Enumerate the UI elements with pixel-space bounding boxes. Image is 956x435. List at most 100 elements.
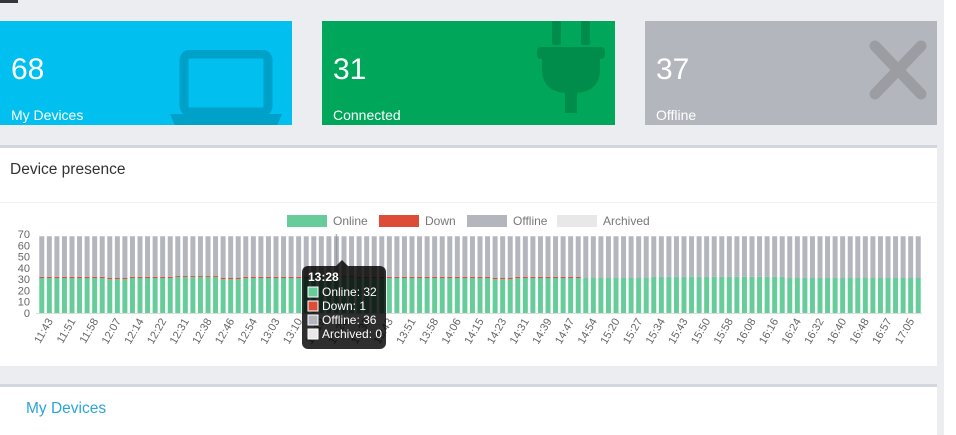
- bar-online: [273, 278, 279, 313]
- y-tick-label: 10: [18, 297, 30, 309]
- bar-offline: [54, 236, 60, 277]
- bar-offline: [651, 236, 657, 277]
- x-tick-label: 16:57: [870, 317, 894, 347]
- bar-online: [560, 278, 566, 313]
- bar-offline: [666, 236, 672, 277]
- bar-online: [281, 278, 287, 313]
- bar-online: [84, 278, 90, 313]
- x-tick-label: 14:15: [462, 317, 486, 347]
- bar-down: [485, 276, 491, 279]
- bar-down: [575, 276, 581, 279]
- bar-offline: [734, 236, 740, 277]
- bar-offline: [802, 236, 808, 279]
- bar-offline: [779, 236, 785, 277]
- bar-offline: [220, 236, 226, 279]
- bar-down: [265, 276, 271, 279]
- bar-online: [855, 278, 861, 313]
- tooltip-swatch: [307, 314, 319, 326]
- bar-offline: [107, 236, 113, 279]
- bar-online: [749, 276, 755, 313]
- bar-online: [129, 278, 135, 313]
- bar-online: [152, 278, 158, 313]
- bar-down: [469, 276, 475, 279]
- bar-down: [530, 276, 536, 279]
- bar-online: [522, 278, 528, 313]
- my-devices-title[interactable]: My Devices: [26, 400, 106, 418]
- bar-online: [69, 278, 75, 313]
- bar-offline: [605, 236, 611, 279]
- bar-down: [401, 276, 407, 279]
- bar-down: [213, 275, 219, 277]
- bar-online: [681, 276, 687, 313]
- bar-offline: [182, 236, 188, 276]
- bar-online: [553, 278, 559, 313]
- bar-online: [213, 276, 219, 313]
- bar-online: [386, 278, 392, 313]
- y-tick-label: 60: [18, 240, 30, 252]
- plug-icon: [537, 21, 605, 113]
- bar-down: [515, 276, 521, 279]
- bar-online: [726, 276, 732, 313]
- bar-down: [424, 276, 430, 279]
- bar-down: [537, 276, 543, 279]
- bar-offline: [537, 236, 543, 277]
- bar-offline: [160, 236, 166, 277]
- bar-online: [228, 279, 234, 313]
- bar-down: [250, 276, 256, 279]
- bar-online: [61, 278, 67, 313]
- bar-online: [114, 279, 120, 313]
- x-tick-label: 17:05: [893, 317, 917, 347]
- bar-online: [757, 276, 763, 313]
- my-devices-card[interactable]: 68 My Devices: [0, 21, 292, 125]
- bar-offline: [598, 236, 604, 279]
- bar-offline: [228, 236, 234, 279]
- bar-online: [288, 278, 294, 313]
- bar-online: [719, 276, 725, 313]
- bar-down: [409, 276, 415, 279]
- connected-label: Connected: [333, 107, 401, 123]
- bar-down: [273, 276, 279, 279]
- bar-online: [439, 278, 445, 313]
- bar-online: [689, 276, 695, 313]
- bar-offline: [39, 236, 45, 277]
- bar-offline: [439, 236, 445, 277]
- bar-down: [507, 278, 513, 280]
- bar-online: [885, 278, 891, 313]
- x-tick-label: 15:34: [644, 317, 668, 347]
- bar-online: [454, 278, 460, 313]
- bar-down: [182, 275, 188, 277]
- bar-offline: [477, 236, 483, 277]
- bar-offline: [401, 236, 407, 277]
- offline-count: 37: [656, 53, 690, 86]
- device-presence-chart[interactable]: Online Down Offline Archived 010203040506070…: [0, 203, 937, 369]
- bar-online: [832, 278, 838, 313]
- bar-offline: [273, 236, 279, 277]
- bar-online: [575, 278, 581, 313]
- bar-down: [500, 278, 506, 280]
- offline-label: Offline: [656, 107, 697, 123]
- bar-online: [537, 278, 543, 313]
- bar-online: [734, 276, 740, 313]
- bar-offline: [764, 236, 770, 277]
- x-tick-label: 15:27: [621, 317, 645, 347]
- bar-offline: [288, 236, 294, 277]
- bar-online: [77, 278, 83, 313]
- bar-offline: [235, 236, 241, 279]
- bar-down: [296, 276, 302, 279]
- bar-online: [99, 278, 105, 313]
- bar-offline: [447, 236, 453, 277]
- connected-card[interactable]: 31 Connected: [322, 21, 615, 125]
- bar-offline: [621, 236, 627, 279]
- bar-online: [401, 278, 407, 313]
- bar-online: [772, 276, 778, 313]
- bar-online: [636, 278, 642, 313]
- bar-offline: [832, 236, 838, 279]
- x-tick-label: 14:06: [440, 317, 464, 347]
- x-tick-label: 12:31: [168, 317, 192, 347]
- page-right-edge: [944, 0, 956, 435]
- offline-card[interactable]: 37 Offline: [645, 21, 937, 125]
- bar-online: [817, 278, 823, 313]
- bar-offline: [46, 236, 52, 277]
- x-tick-label: 13:10: [281, 317, 305, 347]
- bar-down: [447, 276, 453, 279]
